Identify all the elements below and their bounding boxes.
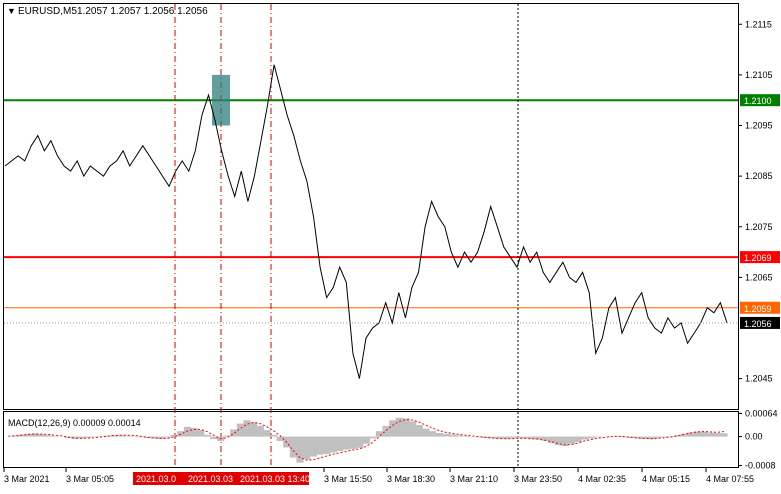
macd-histogram-bar (701, 432, 708, 437)
macd-histogram-bar (422, 429, 429, 437)
level-tag-label: 1.2100 (744, 96, 772, 106)
symbol-dropdown-icon[interactable]: ▼ (7, 6, 16, 16)
macd-histogram-bar (383, 426, 390, 437)
price-axis-label: 1.2095 (745, 121, 773, 131)
chart-ohlc: 1.2057 1.2057 1.2056 1.2056 (77, 6, 208, 17)
macd-histogram-bar (581, 437, 588, 440)
time-axis-label: 4 Mar 07:55 (706, 474, 754, 484)
macd-histogram-bar (336, 437, 343, 452)
macd-histogram-bar (389, 420, 396, 436)
macd-histogram-bar (548, 437, 555, 444)
macd-histogram-bar (244, 420, 251, 436)
macd-histogram-bar (310, 437, 317, 457)
macd-histogram-bar (349, 437, 356, 449)
level-tag-label: 1.2059 (744, 304, 772, 314)
macd-histogram-bar (356, 437, 363, 448)
current-price-tag-label: 1.2056 (744, 319, 772, 329)
price-axis-label: 1.2045 (745, 374, 773, 384)
time-axis-label: 3 Mar 18:30 (387, 474, 435, 484)
macd-histogram-bar (51, 436, 58, 437)
macd-axis-label: -0.0008 (745, 461, 776, 471)
macd-histogram-bar (396, 418, 403, 437)
macd-histogram-bar (184, 427, 191, 437)
macd-histogram-bar (588, 437, 595, 439)
macd-histogram-bar (455, 435, 462, 436)
macd-histogram-bar (416, 425, 423, 437)
macd-histogram-bar (124, 436, 131, 437)
price-axis-label: 1.2115 (745, 19, 772, 29)
chart-symbol: EURUSD,M5 (18, 6, 77, 17)
macd-histogram-bar (575, 437, 582, 442)
macd-histogram-bar (316, 437, 323, 455)
macd-histogram-bar (595, 437, 602, 438)
time-axis-label: 3 Mar 05:05 (66, 474, 114, 484)
macd-histogram-bar (270, 435, 277, 437)
macd-histogram-bar (515, 437, 522, 438)
macd-histogram-bar (85, 437, 92, 438)
time-axis-label: 4 Mar 02:35 (578, 474, 626, 484)
macd-histogram-bar (45, 435, 52, 436)
macd-histogram-bar (343, 437, 350, 450)
macd-histogram-bar (568, 437, 575, 444)
macd-histogram-bar (409, 421, 416, 436)
time-axis-label: 3 Mar 15:50 (324, 474, 372, 484)
macd-histogram-bar (197, 430, 204, 437)
macd-histogram-bar (429, 431, 436, 436)
macd-histogram-bar (402, 419, 409, 437)
macd-histogram-bar (303, 437, 310, 460)
macd-histogram-bar (707, 433, 714, 437)
macd-label: MACD(12,26,9) 0.00009 0.00014 (8, 418, 141, 428)
macd-histogram-bar (369, 437, 376, 439)
time-highlight-label: 2021.03.0 (136, 474, 176, 484)
macd-histogram-bar (257, 426, 264, 437)
macd-histogram-bar (720, 433, 727, 436)
level-tag-label: 1.2069 (744, 253, 772, 263)
time-axis-label: 3 Mar 2021 (4, 474, 50, 484)
macd-histogram-bar (330, 437, 337, 453)
macd-histogram-bar (224, 436, 231, 437)
macd-histogram-bar (376, 431, 383, 436)
trading-chart[interactable]: 1.2100 1.2069 1.2059 1.2056 1.2115 1.2105 1.20… (0, 0, 781, 489)
time-axis-label: 4 Mar 05:15 (642, 474, 690, 484)
macd-axis-label: 0.00064 (745, 408, 778, 418)
macd-histogram-bar (263, 430, 270, 437)
macd-histogram-bar (508, 437, 515, 439)
macd-histogram-bar (714, 433, 721, 437)
macd-histogram-bar (363, 437, 370, 444)
macd-histogram-bar (449, 434, 456, 436)
macd-histogram-bar (462, 436, 469, 437)
time-highlight-label: 2021.03.03 (188, 474, 233, 484)
time-highlight-label: 2021.03.03 13:40 (240, 474, 310, 484)
time-axis-label: 3 Mar 23:50 (514, 474, 562, 484)
macd-histogram-bar (442, 434, 449, 437)
price-panel-frame (4, 4, 739, 410)
macd-histogram-bar (323, 437, 330, 454)
macd-histogram-bar (250, 422, 257, 437)
price-axis-label: 1.2065 (745, 272, 773, 282)
macd-axis-label: 0.00 (745, 432, 763, 442)
price-axis-label: 1.2075 (745, 222, 773, 232)
price-axis-label: 1.2105 (745, 70, 773, 80)
time-axis-label: 3 Mar 21:10 (450, 474, 498, 484)
macd-histogram-bar (436, 433, 443, 437)
macd-histogram-bar (177, 431, 184, 436)
macd-histogram-bar (204, 435, 211, 437)
macd-histogram-bar (164, 437, 171, 438)
price-axis-label: 1.2085 (745, 171, 773, 181)
